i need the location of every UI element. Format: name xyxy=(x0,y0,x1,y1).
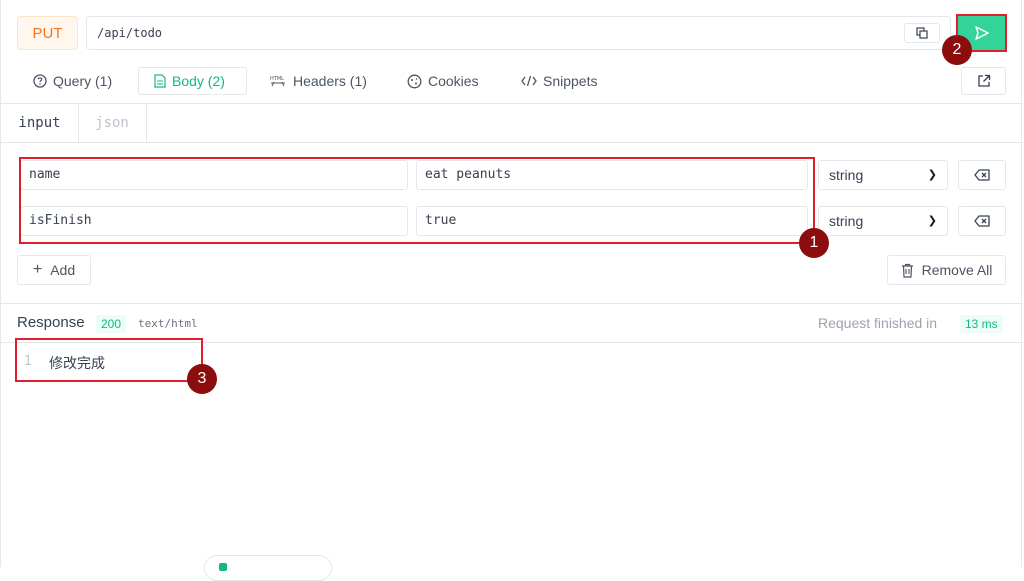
api-client-panel: PUT /api/todo Query (1) Body (2) HTML He… xyxy=(0,0,1023,581)
tab-snippets-label: Snippets xyxy=(543,73,598,89)
annotation-marker: 3 xyxy=(187,364,217,394)
divider xyxy=(1,303,1023,304)
open-external-button[interactable] xyxy=(961,67,1006,95)
param-type-select[interactable]: string ❯ xyxy=(818,160,948,190)
remove-all-label: Remove All xyxy=(921,262,993,278)
annotation-marker: 2 xyxy=(942,35,972,65)
delete-param-button[interactable] xyxy=(958,160,1006,190)
tab-snippets[interactable]: Snippets xyxy=(521,67,597,95)
status-badge: 200 xyxy=(96,315,127,333)
backspace-icon xyxy=(974,169,990,181)
remove-all-button[interactable]: Remove All xyxy=(887,255,1006,285)
body-tab-input[interactable]: input xyxy=(1,104,79,142)
tab-body[interactable]: Body (2) xyxy=(138,67,247,95)
chevron-down-icon: ❯ xyxy=(927,169,937,181)
add-param-label: Add xyxy=(50,262,76,278)
send-icon xyxy=(974,26,989,40)
tab-body-label: Body (2) xyxy=(172,73,225,89)
question-circle-icon xyxy=(33,74,47,88)
content-type: text/html xyxy=(138,317,198,330)
copy-url-button[interactable] xyxy=(904,23,940,43)
tab-headers[interactable]: HTML Headers (1) xyxy=(269,67,367,95)
url-text: /api/todo xyxy=(97,26,163,40)
annotation-marker: 1 xyxy=(799,228,829,258)
tab-query-label: Query (1) xyxy=(53,73,113,89)
document-icon xyxy=(154,74,166,88)
svg-text:HTML: HTML xyxy=(270,76,284,82)
url-input[interactable]: /api/todo xyxy=(86,16,951,50)
body-tab-json[interactable]: json xyxy=(78,104,147,142)
backspace-icon xyxy=(974,215,990,227)
annotation-box xyxy=(15,338,203,382)
tab-headers-label: Headers (1) xyxy=(293,73,367,89)
html-icon: HTML xyxy=(270,76,285,87)
indicator-icon xyxy=(219,563,227,571)
annotation-box xyxy=(19,157,815,244)
floating-toolbar[interactable] xyxy=(204,555,332,581)
response-title: Response xyxy=(17,314,85,331)
tab-query[interactable]: Query (1) xyxy=(33,67,112,95)
divider xyxy=(1,142,1023,143)
add-param-button[interactable]: + Add xyxy=(17,255,91,285)
param-type-value: string xyxy=(829,213,864,229)
request-finished-label: Request finished in xyxy=(818,315,938,331)
param-type-value: string xyxy=(829,167,864,183)
delete-param-button[interactable] xyxy=(958,206,1006,236)
external-link-icon xyxy=(977,74,990,87)
tab-cookies[interactable]: Cookies xyxy=(407,67,479,95)
duration-badge: 13 ms xyxy=(960,315,1003,333)
cookie-icon xyxy=(407,74,422,88)
chevron-down-icon: ❯ xyxy=(927,215,937,227)
code-icon xyxy=(521,75,537,87)
divider xyxy=(1,103,1023,104)
plus-icon: + xyxy=(32,261,43,278)
param-type-select[interactable]: string ❯ xyxy=(818,206,948,236)
tab-cookies-label: Cookies xyxy=(428,73,479,89)
trash-icon xyxy=(901,263,913,278)
http-method-badge[interactable]: PUT xyxy=(17,16,78,50)
copy-icon xyxy=(916,27,928,39)
